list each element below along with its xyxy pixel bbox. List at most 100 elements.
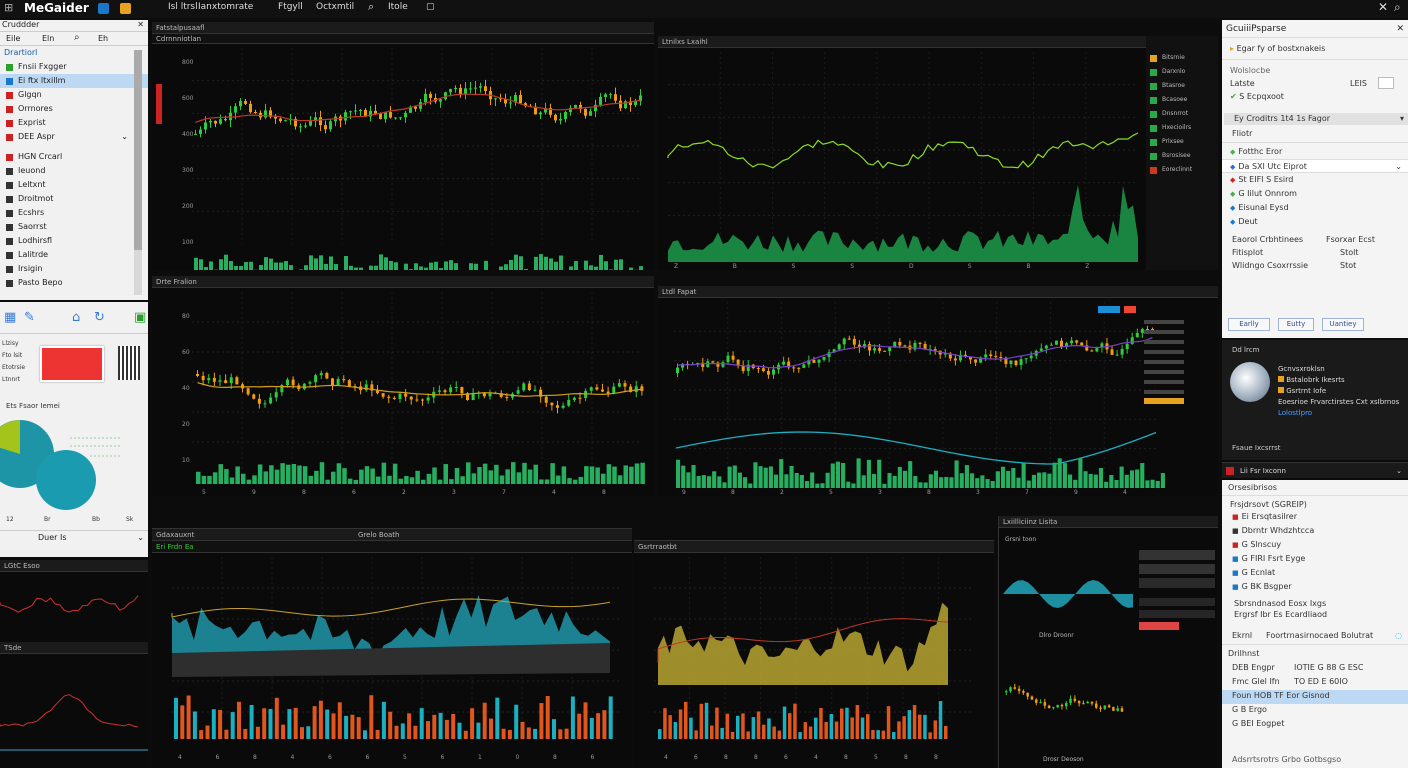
search-icon-right[interactable]: ⌕ <box>1394 0 1401 15</box>
watchlist-row[interactable]: Eoreclinnt <box>1146 164 1218 178</box>
right-list2-item[interactable]: ■ Dbrntr Whdzhtcca <box>1222 525 1408 539</box>
left-scrollbar[interactable] <box>134 50 142 295</box>
left-list-item[interactable]: Exprist <box>0 116 148 130</box>
left-list-item[interactable]: Orrnores <box>0 102 148 116</box>
left-list-item[interactable]: HGN Crcarl <box>0 150 148 164</box>
close-icon[interactable]: ✕ <box>1378 0 1388 14</box>
close-icon[interactable]: ✕ <box>137 20 144 29</box>
watchlist-row[interactable]: Btasroe <box>1146 80 1218 94</box>
grid-icon[interactable]: ▦ <box>4 310 16 325</box>
candle <box>594 104 597 112</box>
dark-line-2: Gsrtrnt Iofe <box>1286 387 1327 395</box>
tab-1[interactable]: Eln <box>42 34 54 43</box>
right-list-item[interactable]: ◆ Da SXI Utc Eiprot ⌄ <box>1222 159 1408 173</box>
right-list-item[interactable]: ◆ G Iilut Onnrom <box>1222 187 1408 201</box>
right-list2-item[interactable]: ■ G Slnscuy <box>1222 539 1408 553</box>
br-field-3[interactable] <box>1139 598 1215 606</box>
right-bottom-row[interactable]: DEB Engpr IOTIE G 88 G ESC <box>1222 662 1408 676</box>
kv-head-left: Eaorol Crbhtinees <box>1232 235 1304 244</box>
left-list-item[interactable]: Pasto Bepo <box>0 276 148 290</box>
tab-2[interactable]: Eh <box>98 34 108 43</box>
right-list2-item[interactable]: ■ Ei Ersqtasilrer <box>1222 511 1408 525</box>
right-list-item[interactable]: ◆ Eisunal Eysd <box>1222 201 1408 215</box>
br-field-2[interactable] <box>1139 578 1215 588</box>
br-field-1[interactable] <box>1139 564 1215 574</box>
volume-bar <box>329 256 333 270</box>
volume-bar <box>306 726 311 739</box>
qr-thumbnail[interactable] <box>118 346 140 380</box>
menu-item-4[interactable]: Itole <box>388 2 408 12</box>
window-icon[interactable]: ▢ <box>426 2 435 12</box>
settings-icon[interactable]: ▣ <box>134 310 146 325</box>
chart-tr-toolbar[interactable]: Ltnilxs Lxaihl <box>658 36 1146 48</box>
left-list-item[interactable]: Ei ftx ltxillm <box>0 74 148 88</box>
right-list-item[interactable]: ◆ Deut <box>1222 215 1408 229</box>
br-field-0[interactable] <box>1139 550 1215 560</box>
right-bottom-row[interactable]: Foun HOB TF Eor Gisnod <box>1222 690 1408 704</box>
watchlist-row[interactable]: Bcasoee <box>1146 94 1218 108</box>
watchlist-row[interactable]: Hxecioilrs <box>1146 122 1218 136</box>
left-list-item[interactable]: DEE Aspr ⌄ <box>0 130 148 144</box>
link1[interactable]: Sbrsndnasod Eosx Ixgs <box>1222 595 1408 608</box>
dark-link[interactable]: Lolostlpro <box>1278 408 1406 419</box>
chevron-down-icon[interactable]: ⌄ <box>1396 463 1402 479</box>
left-list-item[interactable]: Leltxnt <box>0 178 148 192</box>
tab-0[interactable]: Eile <box>6 34 20 43</box>
home-icon[interactable]: ⌂ <box>72 310 80 325</box>
left-list-item-label: Orrnores <box>18 104 53 113</box>
refresh-icon[interactable]: ◌ <box>1395 631 1402 640</box>
link2[interactable]: Ergrsf Ibr Es Ecardliaod <box>1222 608 1408 621</box>
refresh-icon[interactable]: ↻ <box>94 310 105 325</box>
pen-icon[interactable]: ✎ <box>24 310 35 325</box>
left-list-item[interactable]: Droitmot <box>0 192 148 206</box>
watchlist-row[interactable]: Bsrosisee <box>1146 150 1218 164</box>
chart-ml-toolbar[interactable]: Drte Fralion <box>152 276 654 288</box>
menu-item-3[interactable]: Octxmtil <box>316 2 354 12</box>
watchlist-row[interactable]: Dnsnrrot <box>1146 108 1218 122</box>
left-list-item[interactable]: Irsigin <box>0 262 148 276</box>
app-menu-icon[interactable]: ⊞ <box>4 1 13 14</box>
right-list2-item[interactable]: ■ G BK Bsgper <box>1222 581 1408 595</box>
left-list-item[interactable]: Saorrst <box>0 220 148 234</box>
dropdown1[interactable]: Ey Croditrs 1t4 1s Fagor ▾ <box>1224 113 1408 125</box>
right-list2-item[interactable]: ■ G Ecnlat <box>1222 567 1408 581</box>
watchlist-row[interactable]: Bitsrnie <box>1146 52 1218 66</box>
left-list-item[interactable]: Ieuond <box>0 164 148 178</box>
right-bottom-row[interactable]: G B Ergo <box>1222 704 1408 718</box>
watchlist-row[interactable]: Prlxsee <box>1146 136 1218 150</box>
right-list2-item[interactable]: ■ G FIRI Fsrt Eyge <box>1222 553 1408 567</box>
apply-button[interactable]: Earlly <box>1228 318 1270 331</box>
watchlist-color-icon <box>1150 55 1157 62</box>
watchlist-color-icon <box>1150 153 1157 160</box>
chevron-down-icon[interactable]: ⌄ <box>137 531 144 545</box>
menu-item-1[interactable]: Ianxtomrate <box>198 2 253 12</box>
search-icon[interactable]: ⌕ <box>74 32 80 43</box>
candle <box>953 358 957 361</box>
left-list-item[interactable]: Lalitrde <box>0 248 148 262</box>
thumbnail-image[interactable] <box>40 346 104 382</box>
watchlist-row[interactable]: Darxnlo <box>1146 66 1218 80</box>
close-icon[interactable]: ✕ <box>1396 24 1404 34</box>
left-list-item[interactable]: Fnsii Fxgger <box>0 60 148 74</box>
left-list-item[interactable]: Ecshrs <box>0 206 148 220</box>
left-list-item[interactable]: Lodhirsfl <box>0 234 148 248</box>
chart-mr-toolbar[interactable]: Ltdl Fapat <box>658 286 1218 298</box>
menu-item-2[interactable]: Ftgyll <box>278 2 303 12</box>
volume-bar <box>619 259 623 270</box>
candle <box>623 383 627 387</box>
field1-box[interactable] <box>1378 77 1394 89</box>
folder-icon[interactable] <box>120 3 131 14</box>
right-list-item[interactable]: ◆ St EIFI S Esird <box>1222 173 1408 187</box>
utility-button[interactable]: Uantiey <box>1322 318 1364 331</box>
chart-tl-toolbar[interactable]: Fatstalpusaafl <box>152 22 654 34</box>
chevron-down-icon[interactable]: ⌄ <box>1395 162 1402 171</box>
chevron-down-icon[interactable]: ⌄ <box>121 130 128 144</box>
left-list-item[interactable]: Glgqn <box>0 88 148 102</box>
right-list-item[interactable]: ◆ Fotthc Eror <box>1222 145 1408 159</box>
br-field-4[interactable] <box>1139 610 1215 618</box>
right-bottom-row[interactable]: G BEI Eogpet <box>1222 718 1408 732</box>
menu-item-0[interactable]: Isl ltrsl <box>168 2 198 12</box>
entry-button[interactable]: Eutty <box>1278 318 1314 331</box>
right-bottom-row[interactable]: Fmc Glel Ifn TO ED E 60IO <box>1222 676 1408 690</box>
search-icon[interactable]: ⌕ <box>368 0 374 14</box>
